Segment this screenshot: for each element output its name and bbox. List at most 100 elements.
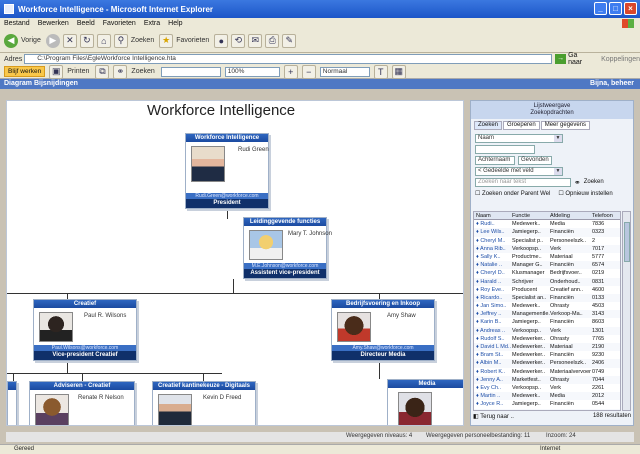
favorites-star-icon[interactable]: ★ — [159, 33, 174, 48]
table-row[interactable]: ♦ Roy Eve.. Producent Creatief ann.. 4600 — [474, 286, 620, 294]
binoculars-icon[interactable]: ⚭ — [113, 64, 128, 79]
table-row[interactable]: ♦ Martin .. Medewerk.. Media 2012 — [474, 392, 620, 401]
search-text-input[interactable]: Zoeken naar tekst — [475, 178, 571, 187]
save-icon[interactable]: ▣ — [49, 64, 64, 79]
column-department[interactable]: Afdeling — [550, 212, 592, 219]
table-row[interactable]: ♦ Jenny A.. Marketfest.. Ohrasty 7044 — [474, 375, 620, 384]
menu-edit[interactable]: Bewerken — [38, 20, 69, 27]
search-button[interactable]: Zoeken — [584, 178, 604, 187]
zoom-out-icon[interactable]: − — [301, 64, 316, 79]
table-row[interactable]: ♦ Joyce R.. Jamiegerp.. Financiën 0544 — [474, 400, 620, 408]
search-icon[interactable]: ⚲ — [113, 33, 128, 48]
forward-arrow-icon[interactable]: ▶ — [45, 33, 60, 48]
zoom-in-icon[interactable]: + — [283, 64, 298, 79]
table-row[interactable]: ♦ Andreas .. Verkoopsp.. Verk 1301 — [474, 326, 620, 335]
table-scrollbar[interactable] — [622, 211, 631, 411]
org-card-president[interactable]: Workforce Intelligence Rudi Green Rudi.G… — [185, 133, 269, 209]
column-function[interactable]: Functie — [512, 212, 550, 219]
table-row[interactable]: ♦ Rudolf S.. Medewerker.. Ohrasty 7765 — [474, 335, 620, 343]
tab-search[interactable]: Zoeken — [474, 121, 503, 130]
go-arrow-icon[interactable]: → — [555, 54, 567, 64]
print-label[interactable]: Printen — [67, 68, 89, 75]
search-label[interactable]: Zoeken — [131, 37, 154, 44]
minimize-button[interactable]: _ — [594, 2, 607, 15]
org-card-partial[interactable] — [7, 381, 17, 425]
operator-select[interactable]: < Gedeelde met veld ▼ — [475, 167, 563, 176]
org-chart-canvas[interactable]: Workforce Intelligence Workforce Intelli… — [6, 100, 464, 426]
menu-favorites[interactable]: Favorieten — [103, 20, 136, 27]
table-row[interactable]: ♦ Lee Wils.. Jamiegerp.. Financiën 0323 — [474, 228, 620, 237]
binoculars-icon[interactable]: ⚭ — [574, 178, 581, 187]
home-icon[interactable]: ⌂ — [96, 33, 111, 48]
table-row[interactable]: ♦ Albin M.. Medewerker.. Personeelszk.. 240… — [474, 359, 620, 368]
address-input[interactable]: C:\Program Files\EgleWorkforce Intellige… — [24, 54, 553, 64]
stop-icon[interactable]: ✕ — [62, 33, 77, 48]
zoom-select[interactable]: 100% — [224, 66, 280, 77]
org-card-media-director[interactable]: Bedrijfsvoering en Inkoop Amy Shaw Amy.S… — [331, 299, 435, 361]
history-icon[interactable]: ⟲ — [231, 33, 246, 48]
print-icon[interactable]: ⎙ — [265, 33, 280, 48]
diagram-header-left[interactable]: Diagram Bijsnijdingen — [4, 80, 78, 87]
back-label[interactable]: Vorige — [21, 37, 41, 44]
org-card-vp-creative[interactable]: Creatief Paul R. Wilsons Paul.Wilsons@wo… — [33, 299, 137, 361]
toolbar-search-label[interactable]: Zoeken — [131, 68, 154, 75]
table-row[interactable]: ♦ Jeffrey .. Managementle.. Verkoop-Ma.. 31… — [474, 310, 620, 319]
layout-icon[interactable]: ▦ — [391, 64, 406, 79]
back-arrow-icon[interactable]: ◀ — [4, 33, 18, 48]
edit-icon[interactable]: ✎ — [282, 33, 297, 48]
table-row[interactable]: ♦ Bram St.. Medewerker.. Financiën 9230 — [474, 351, 620, 359]
list-view-title[interactable]: Lijstweergave — [471, 103, 633, 110]
links-button[interactable]: Koppelingen — [601, 56, 640, 63]
close-button[interactable]: × — [624, 2, 637, 15]
table-row[interactable]: ♦ Jan Simo.. Medewerk.. Ohrasty 4503 — [474, 302, 620, 310]
table-row[interactable]: ♦ Evy Ch.. Verkoopsp.. Verk 2261 — [474, 384, 620, 392]
table-row[interactable]: ♦ Rudi.. Medewerk.. Media 7836 — [474, 220, 620, 228]
text-size-icon[interactable]: T — [373, 64, 388, 79]
table-row[interactable]: ♦ Robert K.. Medewerker.. Materiaalvervoer… — [474, 368, 620, 376]
menu-file[interactable]: Bestand — [4, 20, 30, 27]
table-row[interactable]: ♦ Cheryl D.. Klusmanager Bedrijfsvoer.. 021… — [474, 269, 620, 277]
lastname-field[interactable]: Achternaam — [475, 156, 515, 165]
table-row[interactable]: ♦ David L Md.. Medewerker.. Materiaal 2190 — [474, 343, 620, 352]
table-row[interactable]: ♦ Harald .. Schrijver Onderhoud.. 0831 — [474, 277, 620, 286]
search-under-parent-checkbox[interactable]: ☐ Zoeken onder Parent Wel — [475, 190, 550, 197]
search-field[interactable] — [160, 66, 221, 77]
back-to-button[interactable]: ◧ Terug naar .. — [473, 413, 514, 422]
column-phone[interactable]: Telefoon — [592, 212, 620, 219]
empty-field[interactable] — [475, 145, 535, 154]
table-row[interactable]: ♦ Karin B.. Jamiegerp.. Financiën 8603 — [474, 318, 620, 326]
refresh-icon[interactable]: ↻ — [79, 33, 94, 48]
copy-icon[interactable]: ⧉ — [95, 64, 110, 79]
table-row[interactable]: ♦ Natalie .. Manager G.. Financiën 6574 — [474, 261, 620, 270]
mail-icon[interactable]: ✉ — [248, 33, 263, 48]
table-row[interactable]: ♦ Sally K.. Productme.. Materiaal 5777 — [474, 253, 620, 261]
table-row[interactable]: ♦ Peter D..Verkoopsp..Verk1109 — [474, 408, 620, 410]
chevron-down-icon[interactable]: ▼ — [554, 135, 562, 142]
org-card-advisor-creative[interactable]: Adviseren - Creatief Renate R Nelson — [29, 381, 135, 425]
maximize-button[interactable]: □ — [609, 2, 622, 15]
media-icon[interactable]: ● — [214, 33, 229, 48]
menu-tools[interactable]: Extra — [144, 20, 160, 27]
tab-more-data[interactable]: Meer gegevens — [540, 121, 591, 130]
menu-view[interactable]: Beeld — [77, 20, 95, 27]
table-row[interactable]: ♦ Cheryl M.. Specialist p.. Personeelszk..… — [474, 237, 620, 245]
org-card-media[interactable]: Media — [387, 379, 463, 425]
scrollbar-thumb[interactable] — [624, 222, 630, 262]
size-select[interactable]: Normaal — [319, 66, 370, 77]
table-row[interactable]: ♦ Anna Rib.. Verkoopsp.. Verk 7017 — [474, 244, 620, 253]
org-card-assistant-vp[interactable]: Leidinggevende functies Mary T. Johnson … — [243, 217, 332, 279]
field-select-name[interactable]: Naam ▼ — [475, 134, 563, 143]
chevron-down-icon[interactable]: ▼ — [554, 168, 562, 175]
diagram-header-right[interactable]: Bijna, beheer — [590, 80, 634, 87]
keep-working-button[interactable]: Blijf werken — [4, 66, 46, 77]
go-button[interactable]: Ga naar — [568, 52, 593, 66]
favorites-label[interactable]: Favorieten — [176, 37, 209, 44]
reset-button[interactable]: ☐ Opnieuw instellen — [558, 190, 612, 197]
table-row[interactable]: ♦ Ricardo.. Specialist an.. Financiën 0133 — [474, 293, 620, 303]
column-name[interactable]: Naam — [474, 212, 512, 219]
found-field[interactable]: Gevonden — [518, 156, 552, 165]
search-queries-title[interactable]: Zoekopdrachten — [471, 110, 633, 117]
tab-group[interactable]: Groeperen — [503, 121, 540, 130]
org-card-creative-digital[interactable]: Creatief kantinekeuze - Digitaals Kevin … — [152, 381, 256, 425]
menu-help[interactable]: Help — [168, 20, 182, 27]
